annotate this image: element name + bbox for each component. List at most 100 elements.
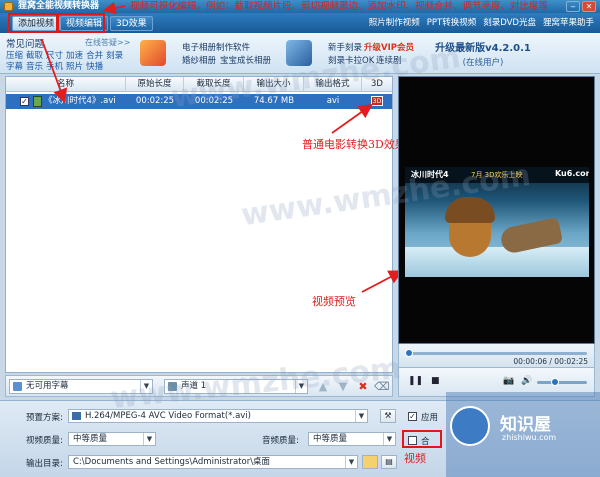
promo-vip-upgrade[interactable]: 升级VIP会员 — [364, 41, 414, 53]
seek-thumb[interactable] — [405, 349, 413, 357]
header-3d[interactable]: 3D — [362, 77, 392, 92]
faq-more-link[interactable]: 在线答疑>> — [85, 37, 130, 48]
chevron-down-icon: ▼ — [143, 433, 155, 445]
link-photo-video[interactable]: 照片制作视频 — [369, 16, 420, 30]
album-software-icon[interactable] — [140, 40, 166, 66]
video-preview[interactable]: 冰川时代4 7月 3D欢乐上映 Ku6.com — [398, 76, 595, 344]
faq-link[interactable]: 手机 — [46, 62, 63, 72]
header-output-size[interactable]: 输出大小 — [244, 77, 304, 92]
audio-track-select[interactable]: 声道 1 ▼ — [164, 379, 308, 394]
annotation-bottom: 视频 — [404, 452, 426, 465]
app-logo-icon — [4, 2, 13, 11]
merge-label: 合 — [421, 437, 430, 447]
acorn-cap-image — [445, 197, 495, 223]
annotation-3d-convert: 普通电影转换3D效果 — [302, 138, 406, 151]
header-output-format[interactable]: 输出格式 — [304, 77, 362, 92]
acorn-image — [449, 217, 491, 257]
movie-date: 7月 3D欢乐上映 — [471, 171, 523, 179]
file-list: 名称 原始长度 截取长度 输出大小 输出格式 3D ✓ 《冰川时代4》.avi … — [5, 76, 393, 373]
promo-beginner-burn[interactable]: 新手刻录 — [328, 41, 362, 53]
preset-settings-button[interactable]: ⚒ — [380, 409, 396, 423]
volume-slider[interactable] — [537, 378, 587, 386]
tab-3d-effect[interactable]: 3D效果 — [110, 16, 153, 31]
apply-all-label: 应用 — [421, 413, 439, 423]
minimize-button[interactable]: ‒ — [566, 1, 580, 12]
merge-checkbox[interactable] — [408, 436, 417, 445]
preset-select[interactable]: H.264/MPEG-4 AVC Video Format(*.avi) ▼ — [68, 409, 368, 423]
upgrade-link[interactable]: 升级最新版v4.2.0.1 (在线用户) — [428, 39, 538, 68]
open-folder-icon[interactable]: ▤ — [381, 455, 397, 469]
move-down-button[interactable]: ▼ — [336, 379, 350, 394]
brand-name: 知识屋 — [500, 415, 551, 435]
faq-panel: 常见问题 在线答疑>> 压缩 截取 尺寸 加速 合并 刻录 字幕 音乐 手机 照片 快播 — [3, 35, 131, 72]
subtitle-value: 无可用字幕 — [26, 381, 69, 391]
delete-button[interactable]: ✖ — [356, 379, 370, 394]
cell-original-length: 00:02:25 — [135, 96, 175, 106]
faq-link[interactable]: 音乐 — [26, 62, 43, 72]
link-apple-helper[interactable]: 狸窝苹果助手 — [543, 16, 594, 30]
faq-row-2: 字幕 音乐 手机 照片 快播 — [6, 60, 106, 72]
cell-clip-length: 00:02:25 — [194, 96, 234, 106]
volume-thumb[interactable] — [551, 378, 559, 386]
3d-badge-icon[interactable]: 3D — [371, 96, 383, 106]
row-checkbox[interactable]: ✓ — [20, 97, 29, 106]
chevron-down-icon: ▼ — [140, 380, 152, 393]
promo-album-software[interactable]: 电子相册制作软件 — [182, 41, 250, 53]
audio-quality-select[interactable]: 中等质量 ▼ — [308, 432, 396, 446]
browse-folder-icon[interactable] — [362, 455, 378, 469]
annotation-preview: 视频预览 — [312, 295, 356, 308]
faq-link[interactable]: 快播 — [86, 62, 103, 72]
list-toolbar: 无可用字幕 ▼ 声道 1 ▼ ▲ ▼ ✖ ⌫ — [5, 375, 393, 397]
video-quality-select[interactable]: 中等质量 ▼ — [68, 432, 156, 446]
stop-icon[interactable]: ■ — [431, 376, 440, 386]
subtitle-select[interactable]: 无可用字幕 ▼ — [9, 379, 153, 394]
app-title: 狸窝全能视频转换器 — [18, 1, 100, 11]
audio-track-value: 声道 1 — [181, 381, 207, 391]
tab-video-edit[interactable]: 视频编辑 — [60, 16, 109, 31]
faq-link[interactable]: 照片 — [66, 62, 83, 72]
playback-time: 00:00:06 / 00:02:25 — [513, 357, 588, 366]
burn-disc-icon[interactable] — [286, 40, 312, 66]
link-ppt-video[interactable]: PPT转换视频 — [427, 16, 476, 30]
snapshot-icon[interactable]: 📷 — [503, 376, 514, 386]
seek-bar[interactable]: 00:00:06 / 00:02:25 — [398, 344, 595, 368]
promo-wedding-album[interactable]: 婚纱相册 — [182, 54, 216, 66]
table-header: 名称 原始长度 截取长度 输出大小 输出格式 3D — [6, 77, 392, 92]
output-dir-value: C:\Documents and Settings\Administrator\… — [73, 457, 271, 467]
close-button[interactable]: ✕ — [582, 1, 596, 12]
seek-track[interactable] — [407, 352, 587, 355]
brand-lightbulb-icon — [450, 406, 490, 446]
video-format-icon — [72, 412, 81, 420]
link-burn-dvd[interactable]: 刻录DVD光盘 — [483, 16, 536, 30]
preview-frame: 冰川时代4 7月 3D欢乐上映 Ku6.com — [405, 167, 589, 277]
preset-value: H.264/MPEG-4 AVC Video Format(*.avi) — [85, 411, 252, 421]
apply-all-checkbox[interactable]: ✓ — [408, 412, 417, 421]
banner: 常见问题 在线答疑>> 压缩 截取 尺寸 加速 合并 刻录 字幕 音乐 手机 照片 快播 电子相册… — [0, 33, 600, 74]
chevron-down-icon: ▼ — [383, 433, 395, 445]
promo-baby-album[interactable]: 宝宝成长相册 — [220, 54, 271, 66]
video-file-icon — [33, 96, 42, 107]
cell-name: 《冰川时代4》.avi — [44, 96, 116, 106]
brand-url: zhishiwu.com — [502, 433, 557, 442]
faq-link[interactable]: 字幕 — [6, 62, 23, 72]
promo-karaoke-burn[interactable]: 刻录卡拉OK — [328, 54, 374, 66]
table-row[interactable]: ✓ 《冰川时代4》.avi 00:02:25 00:02:25 74.67 MB… — [6, 94, 392, 109]
volume-icon[interactable]: 🔊 — [521, 376, 532, 386]
header-name[interactable]: 名称 — [6, 77, 126, 92]
audio-quality-value: 中等质量 — [313, 434, 348, 444]
faq-title: 常见问题 — [6, 39, 45, 50]
movie-logo: Ku6.com — [555, 169, 589, 178]
faq-link[interactable]: 刻录 — [106, 51, 123, 61]
header-clip-length[interactable]: 截取长度 — [184, 77, 244, 92]
clear-list-button[interactable]: ⌫ — [374, 379, 390, 394]
output-dir-input[interactable]: C:\Documents and Settings\Administrator\… — [68, 455, 358, 469]
cell-output-format: avi — [326, 96, 340, 106]
preset-label: 预置方案: — [26, 413, 63, 423]
move-up-button[interactable]: ▲ — [316, 379, 330, 394]
header-original-length[interactable]: 原始长度 — [126, 77, 184, 92]
tab-add-video[interactable]: 添加视频 — [12, 16, 61, 31]
pause-icon[interactable]: ❚❚ — [408, 376, 423, 386]
cell-output-size: 74.67 MB — [253, 96, 295, 106]
promo-series[interactable]: 连续剧 — [376, 54, 402, 66]
annotation-edit-features: 视频可视化编辑，例如：截取视频片段、剪切视频黑边、添加水印、视频合并、调节亮度、… — [130, 1, 549, 12]
